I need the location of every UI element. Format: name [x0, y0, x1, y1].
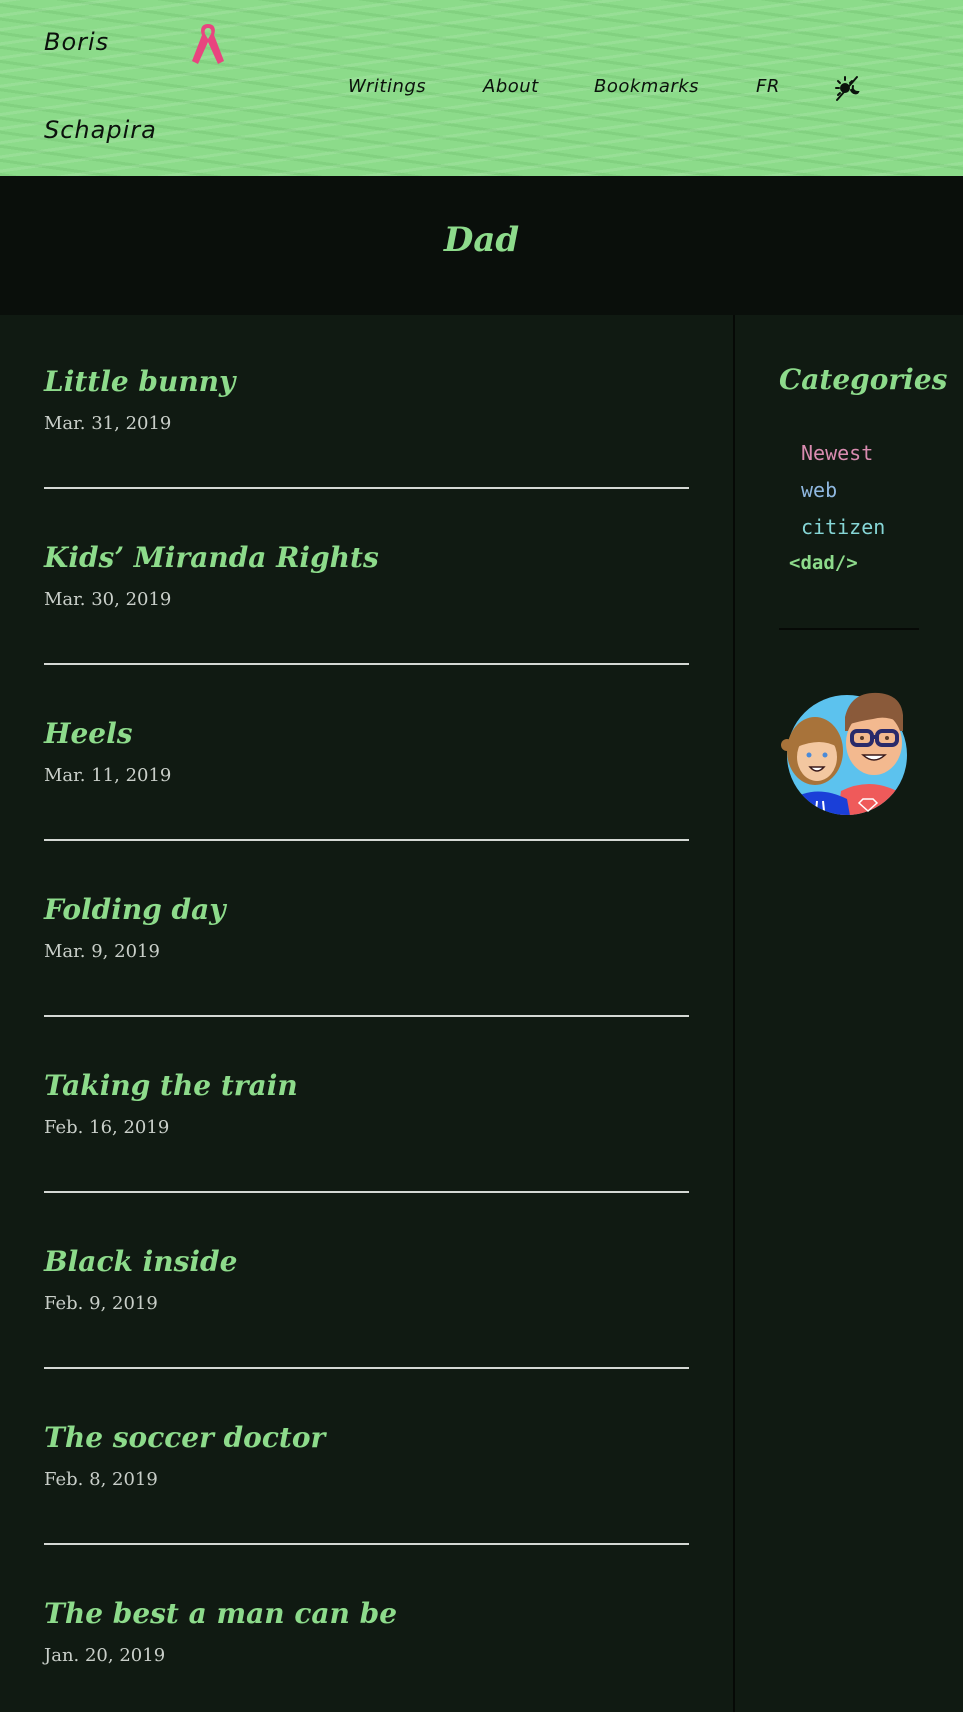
site-name-last[interactable]: Schapira: [44, 116, 157, 144]
category-web[interactable]: web: [801, 478, 837, 502]
page-banner: Dad: [0, 176, 963, 315]
sidebar-divider: [779, 628, 919, 630]
categories-heading: Categories: [779, 363, 948, 396]
post-date: Mar. 31, 2019: [44, 413, 172, 434]
post-divider: [44, 1543, 689, 1545]
post-item: Heels Mar. 11, 2019: [44, 717, 689, 841]
post-item: Black inside Feb. 9, 2019: [44, 1245, 689, 1369]
post-title[interactable]: The best a man can be: [44, 1597, 689, 1630]
post-title[interactable]: Black inside: [44, 1245, 689, 1278]
post-divider: [44, 839, 689, 841]
post-title[interactable]: Kids’ Miranda Rights: [44, 541, 689, 574]
post-item: Folding day Mar. 9, 2019: [44, 893, 689, 1017]
post-date: Mar. 30, 2019: [44, 589, 172, 610]
post-title[interactable]: Little bunny: [44, 365, 689, 398]
post-date: Feb. 9, 2019: [44, 1293, 158, 1314]
category-newest[interactable]: Newest: [801, 441, 873, 465]
page-title: Dad: [443, 220, 520, 260]
post-date: Mar. 9, 2019: [44, 941, 160, 962]
post-date: Feb. 8, 2019: [44, 1469, 158, 1490]
nav-about[interactable]: About: [483, 76, 539, 97]
post-item: The soccer doctor Feb. 8, 2019: [44, 1421, 689, 1545]
category-citizen[interactable]: citizen: [801, 515, 885, 539]
post-list: Little bunny Mar. 31, 2019 Kids’ Miranda…: [0, 315, 734, 1712]
post-item: Taking the train Feb. 16, 2019: [44, 1069, 689, 1193]
site-name-first[interactable]: Boris: [44, 28, 109, 56]
post-date: Mar. 11, 2019: [44, 765, 172, 786]
post-divider: [44, 487, 689, 489]
awareness-ribbon-icon: [192, 24, 224, 64]
father-daughter-avatar: [781, 692, 907, 815]
site-header: Boris Schapira Writings About Bookmarks …: [0, 0, 963, 176]
theme-toggle-icon[interactable]: [833, 74, 861, 102]
nav-language-fr[interactable]: FR: [756, 76, 780, 97]
post-item: Kids’ Miranda Rights Mar. 30, 2019: [44, 541, 689, 665]
category-dad[interactable]: <dad/>: [789, 552, 858, 574]
nav-writings[interactable]: Writings: [348, 76, 426, 97]
post-title[interactable]: Heels: [44, 717, 689, 750]
nav-bookmarks[interactable]: Bookmarks: [594, 76, 699, 97]
post-item: Little bunny Mar. 31, 2019: [44, 365, 689, 489]
post-title[interactable]: Taking the train: [44, 1069, 689, 1102]
post-divider: [44, 1191, 689, 1193]
post-date: Feb. 16, 2019: [44, 1117, 170, 1138]
post-item: The best a man can be Jan. 20, 2019: [44, 1597, 689, 1666]
sidebar: Categories Newest web citizen <dad/>: [735, 315, 963, 1712]
post-divider: [44, 1015, 689, 1017]
post-divider: [44, 1367, 689, 1369]
post-title[interactable]: Folding day: [44, 893, 689, 926]
post-title[interactable]: The soccer doctor: [44, 1421, 689, 1454]
post-divider: [44, 663, 689, 665]
post-date: Jan. 20, 2019: [44, 1645, 166, 1666]
